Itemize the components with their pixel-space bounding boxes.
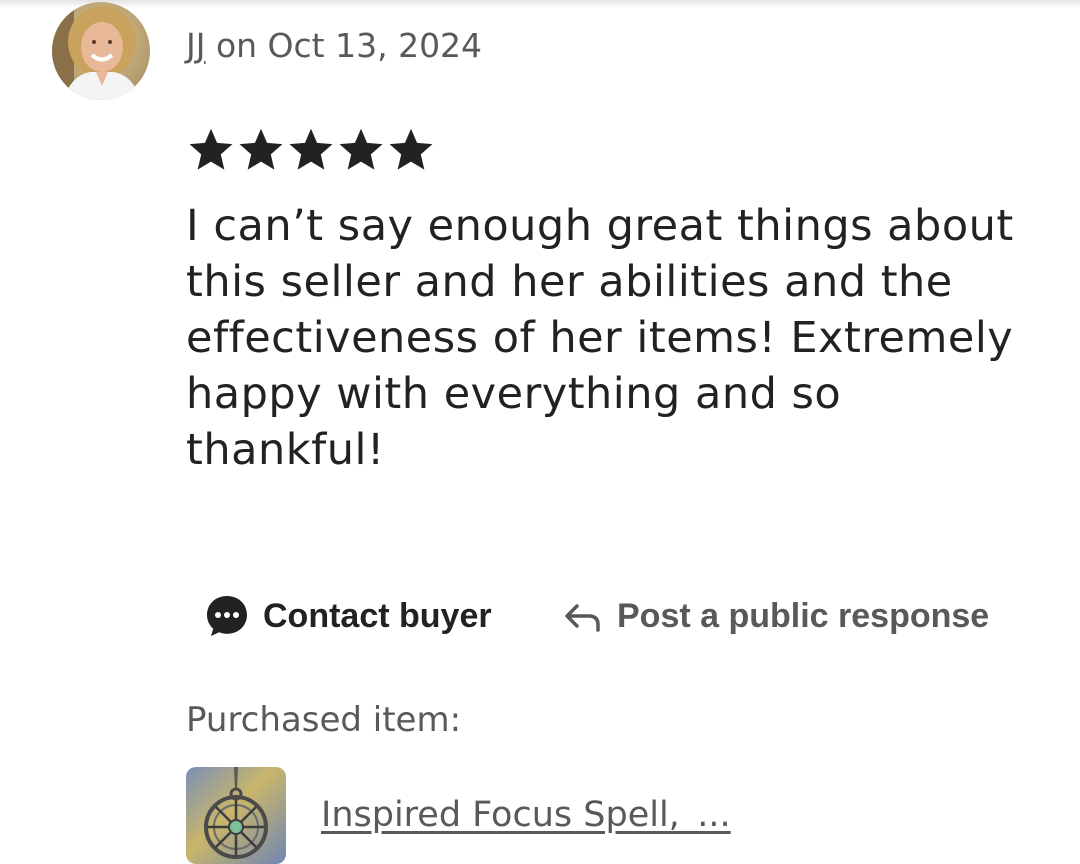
star-icon: [339, 128, 383, 170]
contact-buyer-label: Contact buyer: [263, 596, 492, 635]
post-public-response-button[interactable]: Post a public response: [563, 586, 989, 646]
purchased-item-label: Purchased item:: [186, 700, 462, 740]
avatar-photo: [52, 2, 150, 100]
reply-arrow-icon: [563, 598, 603, 634]
purchased-item-link[interactable]: Inspired Focus Spell,_...: [321, 795, 731, 835]
reviewer-username-link[interactable]: JJ: [186, 26, 205, 65]
star-icon: [239, 128, 283, 170]
star-rating: [186, 122, 436, 178]
review-date: on Oct 13, 2024: [205, 26, 483, 65]
chat-bubble-icon: [205, 594, 249, 638]
top-divider-shadow: [0, 0, 1080, 8]
purchased-item-thumbnail[interactable]: [186, 767, 286, 864]
star-icon: [189, 128, 233, 170]
contact-buyer-button[interactable]: Contact buyer: [205, 586, 492, 646]
star-icon: [289, 128, 333, 170]
review-card: JJ on Oct 13, 2024 I can’t say enough gr…: [0, 0, 1080, 864]
star-icon: [389, 128, 433, 170]
avatar[interactable]: [52, 2, 150, 100]
review-byline: JJ on Oct 13, 2024: [186, 26, 482, 65]
post-public-response-label: Post a public response: [617, 596, 990, 635]
pendant-image: [186, 767, 286, 864]
review-text: I can’t say enough great things about th…: [186, 201, 1014, 475]
review-actions: Contact buyer Post a public response: [205, 586, 1025, 646]
